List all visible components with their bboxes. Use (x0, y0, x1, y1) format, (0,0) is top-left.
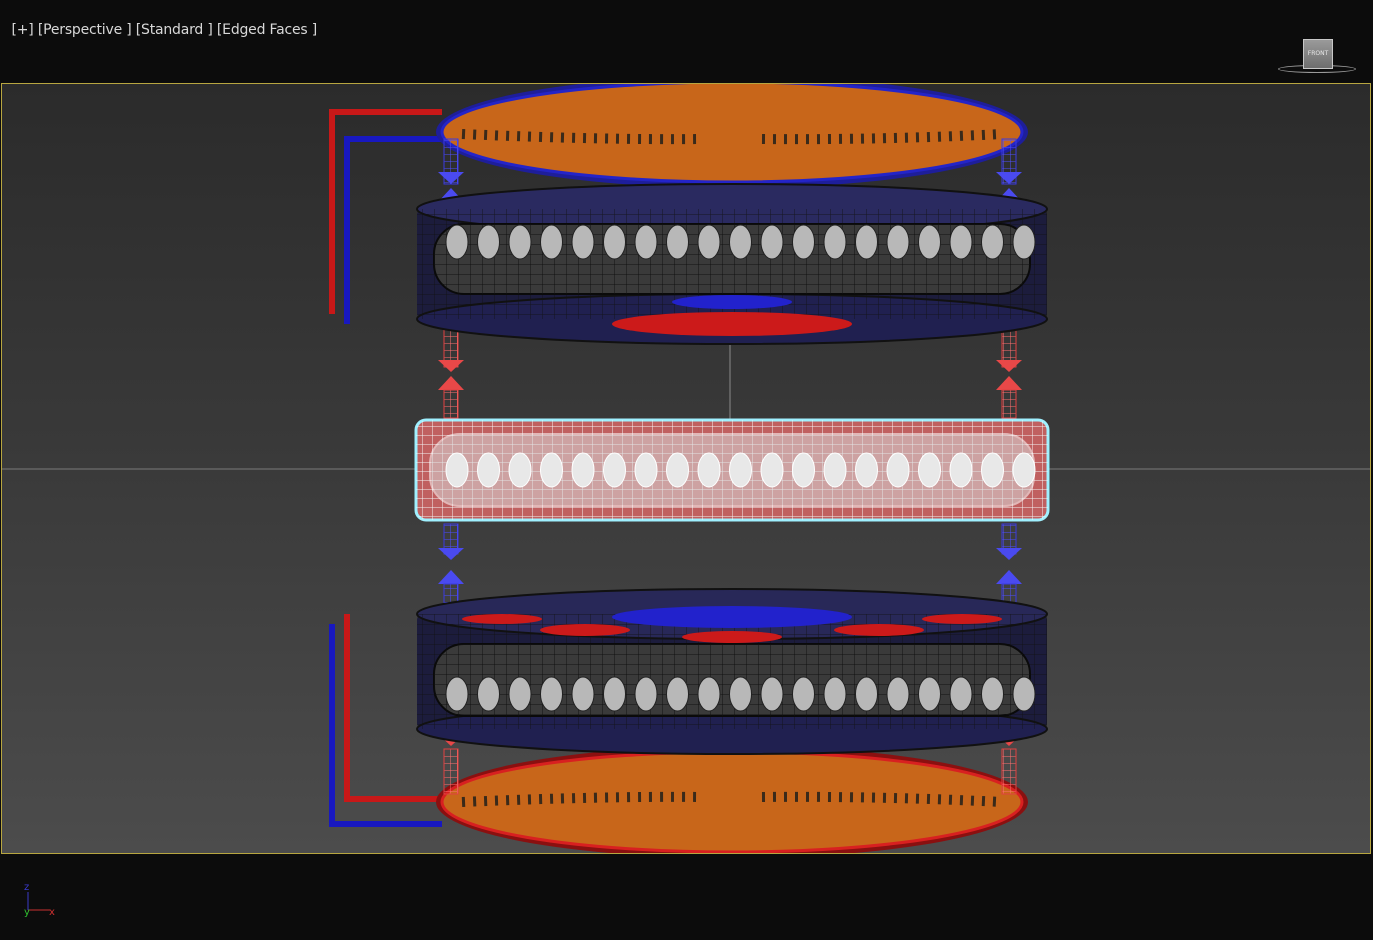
bearing-ball (886, 224, 910, 260)
bearing-ball (445, 676, 469, 712)
axis-y-label: y (24, 907, 30, 918)
bearing-ball (792, 676, 815, 712)
bearing-ball (666, 224, 689, 260)
top-bearing[interactable] (416, 183, 1048, 345)
bearing-ball (918, 452, 941, 488)
bearing-ball (508, 676, 532, 712)
bearing-ball (540, 676, 563, 712)
view-menu-button[interactable]: [Perspective ] (38, 22, 132, 38)
shading-menu-button[interactable]: [Standard ] (136, 22, 213, 38)
bearing-ball (477, 452, 500, 488)
bearing-ball (981, 224, 1004, 260)
bearing-ball (697, 676, 721, 712)
bearing-ball (634, 224, 658, 260)
bottom-bearing[interactable] (416, 588, 1048, 755)
viewcube-front-face[interactable]: FRONT (1303, 39, 1333, 69)
bearing-ball (1012, 452, 1036, 488)
bearing-ball (760, 676, 784, 712)
bearing-ball (477, 676, 500, 712)
edged-faces-menu-button[interactable]: [Edged Faces ] (217, 22, 317, 38)
bearing-ball (981, 452, 1004, 488)
bearing-ball (697, 224, 721, 260)
bearing-ball (634, 676, 658, 712)
bearing-ball (886, 452, 910, 488)
bearing-ball (729, 452, 752, 488)
bearing-ball (823, 224, 847, 260)
bearing-ball (571, 676, 595, 712)
bearing-ball (855, 676, 878, 712)
bearing-ball (508, 452, 532, 488)
top-orange-plate[interactable] (436, 84, 1028, 188)
viewport-menu-button[interactable]: [+] (12, 22, 34, 38)
bearing-ball (855, 224, 878, 260)
bearing-ball (540, 452, 563, 488)
bearing-ball (760, 452, 784, 488)
bearing-ball (855, 452, 878, 488)
bearing-ball (1012, 676, 1036, 712)
bearing-ball (634, 452, 658, 488)
bearing-ball (445, 224, 469, 260)
bearing-ball (571, 452, 595, 488)
bearing-ball (666, 676, 689, 712)
bearing-ball (603, 676, 626, 712)
bearing-ball (918, 224, 941, 260)
bearing-ball (477, 224, 500, 260)
scene-canvas[interactable] (2, 84, 1371, 854)
viewcube-icon[interactable]: FRONT (1276, 36, 1358, 78)
bearing-ball (792, 452, 815, 488)
bearing-ball (760, 224, 784, 260)
bearing-ball (1012, 224, 1036, 260)
bearing-ball (729, 676, 752, 712)
bearing-ball (666, 452, 689, 488)
bearing-ball (540, 224, 563, 260)
bearing-ball (603, 224, 626, 260)
bearing-ball (949, 452, 973, 488)
bearing-ball (729, 224, 752, 260)
bearing-ball (792, 224, 815, 260)
perspective-viewport[interactable] (1, 83, 1371, 854)
bearing-ball (508, 224, 532, 260)
bearing-ball (886, 676, 910, 712)
bearing-ball (949, 676, 973, 712)
bearing-ball (697, 452, 721, 488)
bearing-ball (949, 224, 973, 260)
bearing-ball (823, 452, 847, 488)
viewport-label: [+] [Perspective ] [Standard ] [Edged Fa… (3, 6, 318, 38)
axis-x-label: x (49, 907, 55, 918)
bearing-ball (918, 676, 941, 712)
bearing-ball (981, 676, 1004, 712)
bearing-ball (823, 676, 847, 712)
axis-tripod-icon: z y x (24, 882, 55, 918)
bottom-orange-plate[interactable] (436, 746, 1028, 854)
bearing-ball (445, 452, 469, 488)
axis-z-label: z (24, 882, 29, 893)
bearing-ball (603, 452, 626, 488)
bearing-ball (571, 224, 595, 260)
